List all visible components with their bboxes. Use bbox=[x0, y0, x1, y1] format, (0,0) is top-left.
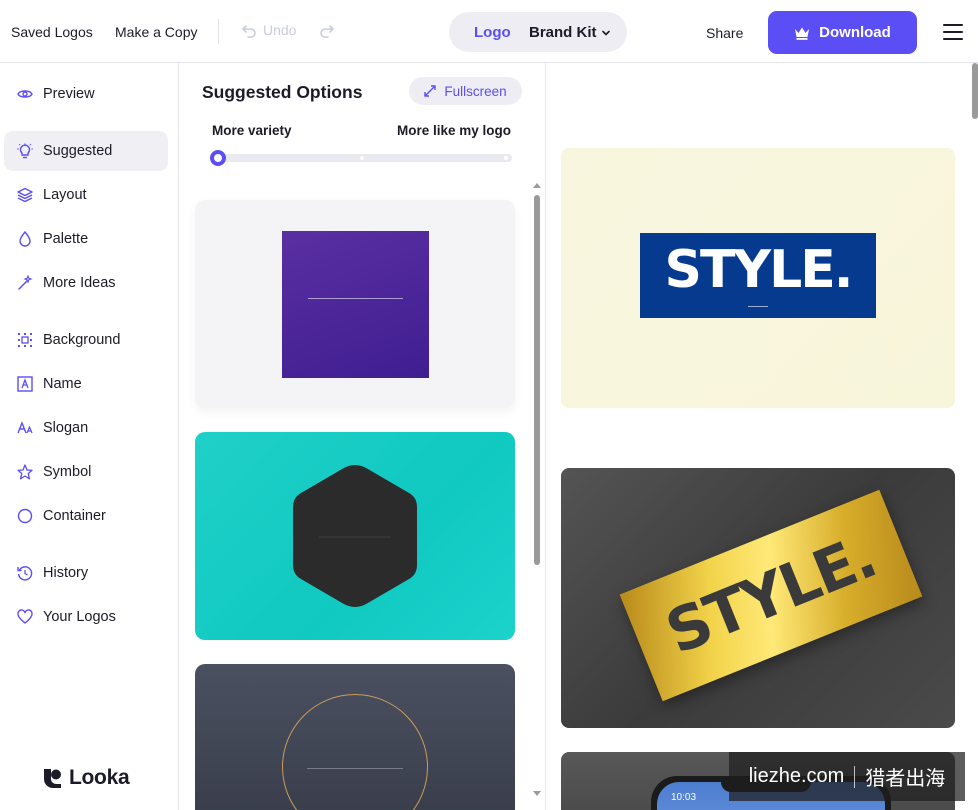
brand-kit-label: Brand Kit bbox=[529, 24, 597, 41]
saved-logos-link[interactable]: Saved Logos bbox=[11, 24, 93, 40]
redo-button[interactable] bbox=[319, 22, 335, 38]
fullscreen-label: Fullscreen bbox=[444, 83, 507, 99]
slider-label-left: More variety bbox=[212, 123, 292, 138]
star-icon bbox=[17, 464, 33, 480]
redo-icon bbox=[320, 25, 335, 38]
slogan-line bbox=[308, 298, 403, 299]
suggested-panel: Suggested Options Fullscreen More variet… bbox=[179, 63, 546, 810]
sidebar-item-preview[interactable]: Preview bbox=[4, 74, 168, 114]
suggested-logo-card[interactable] bbox=[195, 432, 515, 640]
sidebar-item-label: Palette bbox=[43, 231, 89, 247]
download-button[interactable]: Download bbox=[768, 11, 917, 54]
watermark-domain: liezhe.com bbox=[748, 765, 845, 787]
history-icon bbox=[17, 565, 33, 581]
watermark-brand: 猎者出海 bbox=[865, 768, 946, 790]
gold-card-mockup: STYLE. bbox=[619, 489, 923, 702]
top-bar: Saved Logos Make a Copy Undo Logo Brand … bbox=[0, 0, 978, 63]
scroll-down-arrow[interactable] bbox=[533, 791, 541, 796]
sidebar-item-label: History bbox=[43, 565, 89, 581]
slider-step bbox=[504, 156, 508, 160]
layers-icon bbox=[17, 187, 33, 203]
circle-logo-preview bbox=[282, 694, 428, 810]
sidebar-item-suggested[interactable]: Suggested bbox=[4, 131, 168, 171]
heart-icon bbox=[17, 609, 33, 625]
slider-label-right: More like my logo bbox=[396, 123, 511, 138]
brand-preview: STYLE. STYLE. 10:03 bbox=[546, 63, 978, 810]
hexagon-logo-preview bbox=[293, 465, 417, 607]
font-icon bbox=[17, 420, 33, 436]
panel-title: Suggested Options bbox=[202, 82, 363, 102]
sidebar-item-label: Layout bbox=[43, 187, 87, 203]
scrollbar-thumb[interactable] bbox=[534, 195, 540, 565]
sidebar-item-label: More Ideas bbox=[43, 275, 116, 291]
eye-icon bbox=[17, 86, 33, 102]
sidebar-item-your-logos[interactable]: Your Logos bbox=[4, 597, 168, 637]
brand-name: Looka bbox=[69, 766, 130, 789]
mockup-card-gold: STYLE. bbox=[561, 468, 955, 728]
sidebar-item-label: Background bbox=[43, 332, 121, 348]
sidebar-item-layout[interactable]: Layout bbox=[4, 175, 168, 215]
circle-icon bbox=[17, 508, 33, 524]
sidebar-item-label: Name bbox=[43, 376, 82, 392]
page-scrollbar-thumb[interactable] bbox=[972, 63, 978, 119]
logo-mockup: STYLE. bbox=[640, 233, 876, 318]
magic-wand-icon bbox=[17, 275, 33, 291]
scroll-up-arrow[interactable] bbox=[533, 183, 541, 188]
divider bbox=[218, 19, 219, 44]
droplet-icon bbox=[17, 231, 33, 247]
share-button[interactable]: Share bbox=[706, 25, 743, 41]
looka-logo[interactable]: Looka bbox=[42, 766, 130, 790]
slogan-line bbox=[307, 768, 403, 769]
phone-time: 10:03 bbox=[671, 792, 697, 803]
sidebar-item-label: Container bbox=[43, 508, 106, 524]
hamburger-menu-icon[interactable] bbox=[943, 24, 963, 40]
sidebar-item-slogan[interactable]: Slogan bbox=[4, 408, 168, 448]
tab-brand-kit[interactable]: Brand Kit bbox=[529, 24, 611, 41]
logo-wordmark: STYLE. bbox=[664, 240, 854, 300]
logo-brandkit-toggle: Logo Brand Kit bbox=[449, 12, 627, 52]
lightbulb-icon bbox=[17, 143, 33, 159]
sidebar-item-label: Your Logos bbox=[43, 609, 116, 625]
sidebar-item-background[interactable]: Background bbox=[4, 320, 168, 360]
watermark: liezhe.com 猎者出海 bbox=[729, 752, 965, 801]
sidebar-item-label: Preview bbox=[43, 86, 95, 102]
background-grid-icon bbox=[17, 332, 33, 348]
undo-icon bbox=[241, 25, 256, 38]
download-label: Download bbox=[819, 24, 891, 41]
suggested-logo-card[interactable] bbox=[195, 200, 515, 408]
mockup-card-flat: STYLE. bbox=[561, 148, 955, 408]
expand-icon bbox=[424, 85, 437, 97]
undo-label: Undo bbox=[263, 22, 297, 38]
crown-icon bbox=[795, 27, 810, 40]
sidebar-item-history[interactable]: History bbox=[4, 553, 168, 593]
tab-logo[interactable]: Logo bbox=[474, 24, 511, 41]
variety-slider[interactable] bbox=[210, 150, 512, 166]
undo-button[interactable]: Undo bbox=[241, 22, 296, 38]
fullscreen-button[interactable]: Fullscreen bbox=[409, 77, 522, 105]
sidebar-item-label: Slogan bbox=[43, 420, 89, 436]
sidebar-item-name[interactable]: Name bbox=[4, 364, 168, 404]
suggested-logo-card[interactable] bbox=[195, 664, 515, 810]
make-copy-link[interactable]: Make a Copy bbox=[115, 24, 197, 40]
logo-preview bbox=[282, 231, 429, 378]
sidebar: Preview Suggested Layout Palette More Id… bbox=[0, 63, 179, 810]
sidebar-item-more-ideas[interactable]: More Ideas bbox=[4, 263, 168, 303]
slogan-line bbox=[748, 306, 768, 307]
sidebar-item-symbol[interactable]: Symbol bbox=[4, 452, 168, 492]
panel-scrollbar[interactable] bbox=[532, 183, 542, 803]
chevron-down-icon bbox=[601, 30, 610, 36]
looka-mark-icon bbox=[44, 768, 61, 788]
logo-wordmark: STYLE. bbox=[656, 521, 885, 669]
slider-handle[interactable] bbox=[210, 150, 226, 166]
sidebar-item-container[interactable]: Container bbox=[4, 496, 168, 536]
slider-step bbox=[360, 156, 364, 160]
sidebar-item-palette[interactable]: Palette bbox=[4, 219, 168, 259]
sidebar-item-label: Suggested bbox=[43, 143, 113, 159]
text-box-icon bbox=[17, 376, 33, 392]
watermark-divider bbox=[854, 765, 856, 788]
sidebar-item-label: Symbol bbox=[43, 464, 92, 480]
